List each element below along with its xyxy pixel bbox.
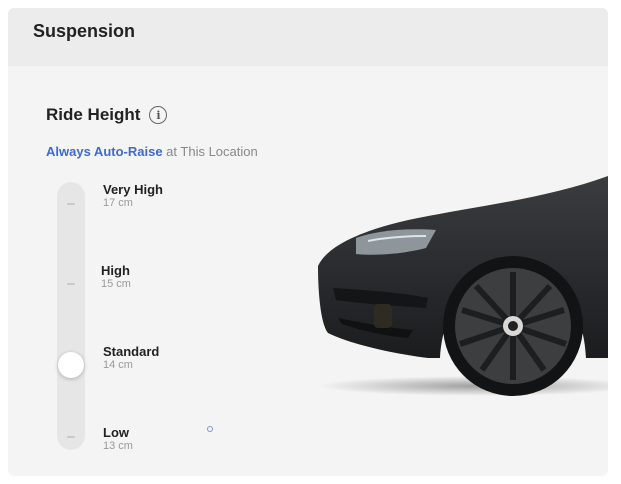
level-height: 17 cm [103,197,133,209]
ride-height-heading: Ride Height i [46,105,168,125]
level-high[interactable]: High 15 cm [101,263,131,291]
suspension-panel: Suspension Ride Height i Always Auto-Rai… [8,8,608,476]
level-standard[interactable]: Standard 14 cm [103,344,159,372]
car-front-image [318,176,608,396]
level-label: High [101,263,130,278]
ride-height-slider[interactable] [57,182,85,450]
slider-tick [67,436,75,438]
level-height: 15 cm [101,278,131,290]
page-title: Suspension [33,21,136,41]
level-height: 14 cm [103,359,133,371]
level-label: Very High [103,182,163,197]
panel-header: Suspension [8,8,608,66]
auto-raise-location-text: at This Location [162,144,258,159]
section-title: Ride Height [46,105,141,124]
level-label: Standard [103,344,160,359]
slider-tick [67,203,75,205]
level-very-high[interactable]: Very High 17 cm [103,182,163,210]
level-low[interactable]: Low 13 cm [103,425,133,453]
slider-tick [67,283,75,285]
auto-raise-row: Always Auto-Raise at This Location [46,144,258,159]
cursor-dot [207,426,213,432]
slider-thumb[interactable] [58,352,84,378]
level-label: Low [103,425,129,440]
level-height: 13 cm [103,440,133,452]
info-icon[interactable]: i [149,106,168,124]
auto-raise-link[interactable]: Always Auto-Raise [46,144,163,159]
